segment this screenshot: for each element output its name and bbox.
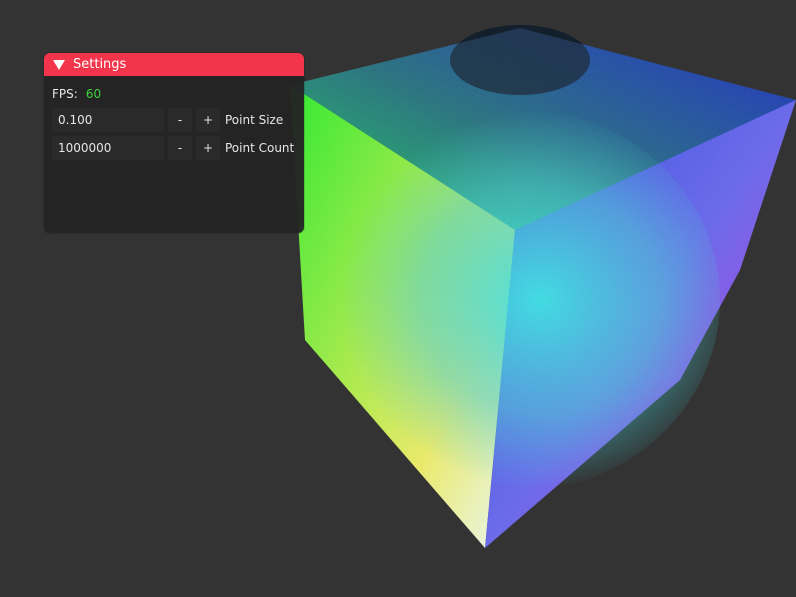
point-size-increment-button[interactable]: + xyxy=(196,108,220,132)
fps-label: FPS: xyxy=(52,87,78,101)
settings-title-bar[interactable]: Settings xyxy=(44,53,304,76)
triangle-down-icon[interactable] xyxy=(53,60,65,70)
point-size-row: - + Point Size xyxy=(52,108,296,132)
window-title: Settings xyxy=(73,57,127,72)
point-size-decrement-button[interactable]: - xyxy=(168,108,192,132)
settings-body: FPS: 60 - + Point Size - + Point Count xyxy=(44,76,304,160)
point-count-increment-button[interactable]: + xyxy=(196,136,220,160)
point-count-label: Point Count xyxy=(225,141,295,155)
point-count-input[interactable] xyxy=(52,136,164,160)
point-count-decrement-button[interactable]: - xyxy=(168,136,192,160)
point-grain-overlay xyxy=(290,28,796,548)
point-size-input[interactable] xyxy=(52,108,164,132)
settings-window[interactable]: Settings FPS: 60 - + Point Size - + Poin… xyxy=(44,53,304,233)
point-size-label: Point Size xyxy=(225,113,284,127)
fps-row: FPS: 60 xyxy=(52,85,296,103)
point-count-row: - + Point Count xyxy=(52,136,296,160)
fps-value: 60 xyxy=(85,87,102,101)
